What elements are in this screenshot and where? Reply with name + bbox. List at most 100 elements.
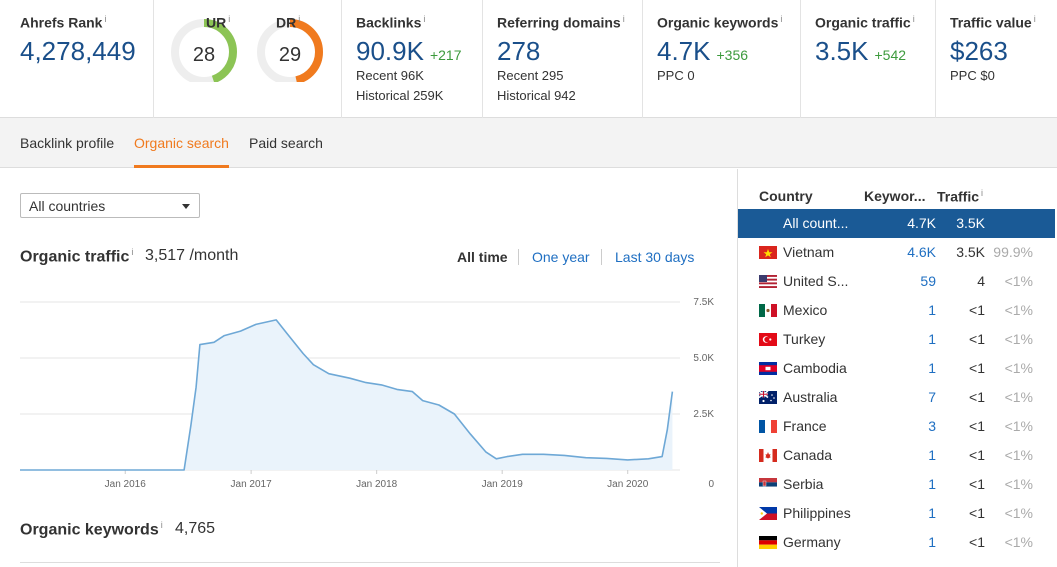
organic-keywords-ppc: PPC 0 xyxy=(657,68,695,83)
keywords-header[interactable]: Keywor... xyxy=(864,188,925,204)
backlinks-recent: Recent 96K xyxy=(356,68,424,83)
traffic-share-cell: <1% xyxy=(1004,331,1033,347)
info-icon[interactable]: i xyxy=(981,188,983,198)
info-icon[interactable]: i xyxy=(423,14,425,24)
traffic-share-cell: <1% xyxy=(1004,273,1033,289)
country-name[interactable]: Philippines xyxy=(783,505,855,521)
traffic-cell: 3.5K xyxy=(956,215,985,231)
range-all-time[interactable]: All time xyxy=(457,249,508,265)
tr-flag-icon xyxy=(759,333,777,346)
keywords-cell[interactable]: 1 xyxy=(928,331,936,347)
traffic-value-value: $263 xyxy=(950,36,1008,66)
keywords-cell[interactable]: 1 xyxy=(928,534,936,550)
keywords-cell[interactable]: 59 xyxy=(920,273,936,289)
info-icon[interactable]: i xyxy=(298,14,300,24)
ph-flag-icon xyxy=(759,507,777,520)
country-name[interactable]: Canada xyxy=(783,447,855,463)
ahrefs-rank-label: Ahrefs Rank i xyxy=(20,14,107,31)
au-flag-icon xyxy=(759,391,777,404)
de-flag-icon xyxy=(759,536,777,549)
organic-keywords-value[interactable]: 4.7K +356 xyxy=(657,36,748,67)
table-row[interactable]: Turkey 1 <1 <1% xyxy=(738,325,1055,354)
country-name[interactable]: Turkey xyxy=(783,331,855,347)
keywords-cell[interactable]: 1 xyxy=(928,476,936,492)
y-tick-label: 2.5K xyxy=(693,409,714,420)
traffic-share-cell: <1% xyxy=(1004,360,1033,376)
country-name[interactable]: France xyxy=(783,418,855,434)
tab-organic-search[interactable]: Organic search xyxy=(134,135,229,151)
country-select-value: All countries xyxy=(29,198,106,214)
table-row[interactable]: Mexico 1 <1 <1% xyxy=(738,296,1055,325)
country-name[interactable]: All count... xyxy=(783,215,863,231)
range-one-year[interactable]: One year xyxy=(532,249,590,265)
table-row[interactable]: Cambodia 1 <1 <1% xyxy=(738,354,1055,383)
info-icon[interactable]: i xyxy=(104,14,106,24)
organic-traffic-chart: 7.5K 5.0K 2.5K 0 Jan 2016 Jan 2017 Jan 2018 Jan… xyxy=(20,297,714,490)
info-icon[interactable]: i xyxy=(1034,14,1036,24)
tab-bar: Backlink profile Organic search Paid sea… xyxy=(0,118,1057,168)
country-name[interactable]: Vietnam xyxy=(783,244,855,260)
traffic-cell: <1 xyxy=(969,389,985,405)
info-icon[interactable]: i xyxy=(161,520,163,530)
organic-traffic-label: Organic traffic i xyxy=(815,14,915,31)
backlinks-delta: +217 xyxy=(429,47,462,63)
table-row[interactable]: Canada 1 <1 <1% xyxy=(738,441,1055,470)
country-table: Country Keywor... Traffic i All count... 4… xyxy=(737,169,1057,567)
country-select[interactable]: All countries xyxy=(20,193,200,218)
traffic-cell: <1 xyxy=(969,505,985,521)
backlinks-value[interactable]: 90.9K +217 xyxy=(356,36,462,67)
keywords-cell[interactable]: 1 xyxy=(928,447,936,463)
traffic-share-cell: <1% xyxy=(1004,534,1033,550)
keywords-cell[interactable]: 1 xyxy=(928,505,936,521)
ahrefs-rank-stat: Ahrefs Rank i 4,278,449 xyxy=(0,0,154,118)
info-icon[interactable]: i xyxy=(228,14,230,24)
y-tick-label: 7.5K xyxy=(693,297,714,308)
country-name[interactable]: Cambodia xyxy=(783,360,855,376)
tab-paid-search[interactable]: Paid search xyxy=(249,135,323,151)
ur-value: 28 xyxy=(192,44,216,66)
table-row[interactable]: France 3 <1 <1% xyxy=(738,412,1055,441)
traffic-header[interactable]: Traffic i xyxy=(937,188,983,205)
ca-flag-icon xyxy=(759,449,777,462)
tab-backlink-profile[interactable]: Backlink profile xyxy=(20,135,114,151)
country-header[interactable]: Country xyxy=(759,188,813,204)
country-name[interactable]: Australia xyxy=(783,389,855,405)
backlinks-historical: Historical 259K xyxy=(356,88,444,103)
table-row[interactable]: Philippines 1 <1 <1% xyxy=(738,499,1055,528)
x-tick-label: Jan 2020 xyxy=(607,479,649,490)
table-row[interactable]: Serbia 1 <1 <1% xyxy=(738,470,1055,499)
organic-keywords-label: Organic keywords i xyxy=(657,14,783,31)
keywords-cell[interactable]: 1 xyxy=(928,302,936,318)
keywords-cell[interactable]: 3 xyxy=(928,418,936,434)
y-tick-label: 0 xyxy=(708,479,714,490)
table-row-selected[interactable]: All count... 4.7K 3.5K xyxy=(738,209,1055,238)
info-icon[interactable]: i xyxy=(623,14,625,24)
table-row[interactable]: Germany 1 <1 <1% xyxy=(738,528,1055,557)
country-name[interactable]: Germany xyxy=(783,534,855,550)
keywords-cell[interactable]: 4.6K xyxy=(907,244,936,260)
rs-flag-icon xyxy=(759,478,777,491)
country-name[interactable]: Mexico xyxy=(783,302,855,318)
referring-domains-label: Referring domains i xyxy=(497,14,625,31)
ur-label: UR i xyxy=(206,14,231,31)
traffic-value-ppc: PPC $0 xyxy=(950,68,995,83)
country-name[interactable]: United S... xyxy=(783,273,855,289)
info-icon[interactable]: i xyxy=(780,14,782,24)
x-tick-label: Jan 2019 xyxy=(482,479,524,490)
keywords-cell[interactable]: 4.7K xyxy=(907,215,936,231)
info-icon[interactable]: i xyxy=(131,247,133,257)
referring-domains-value[interactable]: 278 xyxy=(497,36,540,67)
info-icon[interactable]: i xyxy=(913,14,915,24)
traffic-share-cell: 99.9% xyxy=(993,244,1033,260)
table-row[interactable]: Vietnam 4.6K 3.5K 99.9% xyxy=(738,238,1055,267)
table-row[interactable]: United S... 59 4 <1% xyxy=(738,267,1055,296)
keywords-cell[interactable]: 1 xyxy=(928,360,936,376)
traffic-cell: <1 xyxy=(969,302,985,318)
range-last-30-days[interactable]: Last 30 days xyxy=(615,249,694,265)
table-row[interactable]: Australia 7 <1 <1% xyxy=(738,383,1055,412)
traffic-share-cell: <1% xyxy=(1004,389,1033,405)
organic-traffic-value[interactable]: 3.5K +542 xyxy=(815,36,906,67)
country-name[interactable]: Serbia xyxy=(783,476,855,492)
keywords-cell[interactable]: 7 xyxy=(928,389,936,405)
organic-keywords-count: 4,765 xyxy=(175,520,216,537)
